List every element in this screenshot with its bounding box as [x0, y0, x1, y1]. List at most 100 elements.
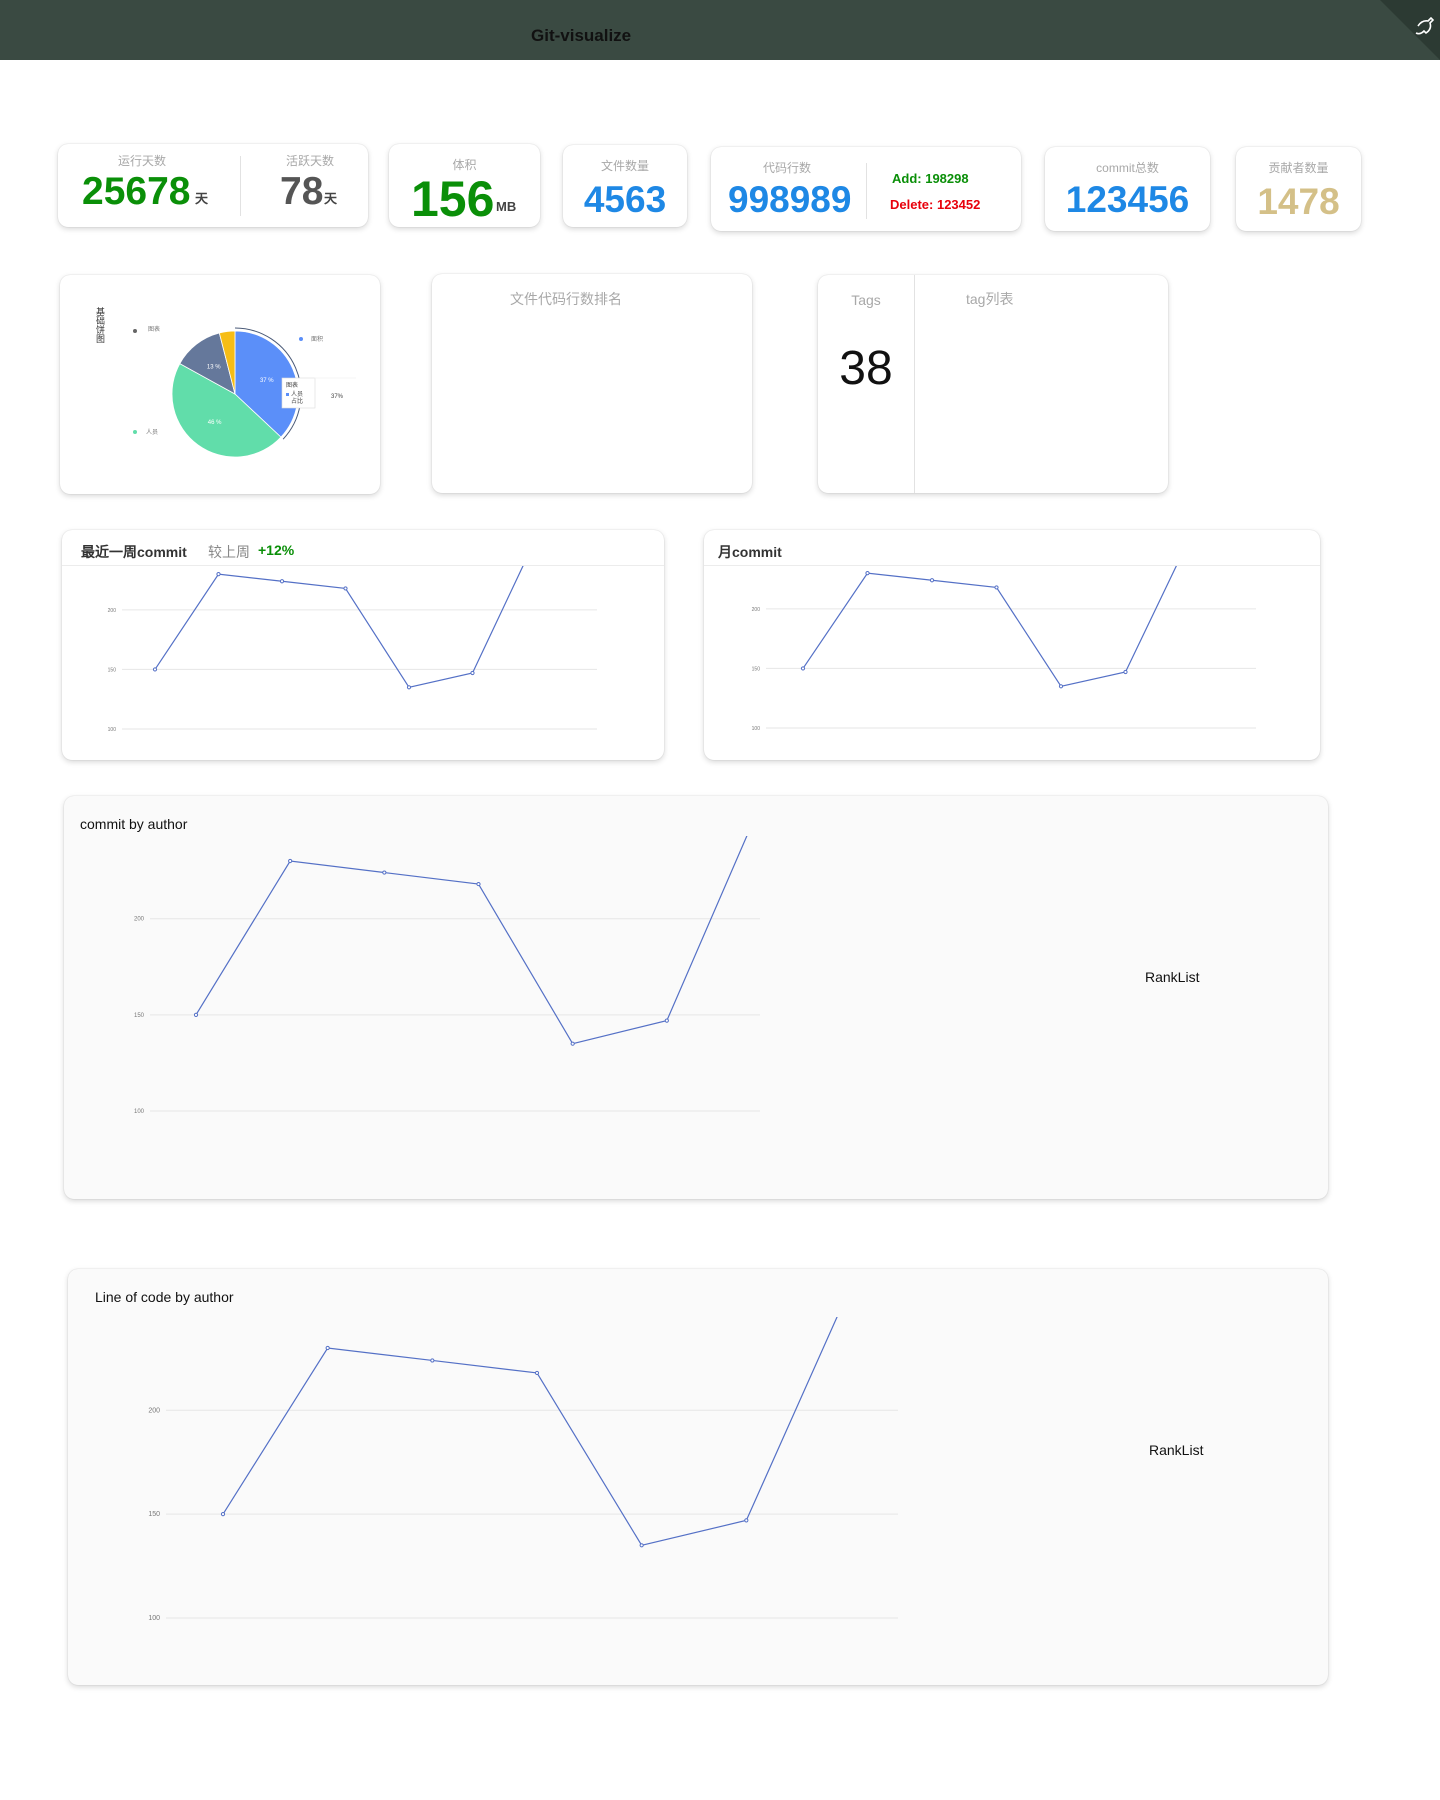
pie-slice-label: 37 % [260, 378, 274, 384]
loc-by-author-card: Line of code by author 200 150 100 RankLis… [68, 1269, 1328, 1685]
data-point[interactable] [865, 571, 870, 576]
commits-value: 123456 [1065, 179, 1190, 220]
contributors-value: 1478 [1257, 181, 1340, 222]
data-point[interactable] [152, 667, 158, 672]
data-point[interactable] [744, 1518, 749, 1523]
commits-card: commit总数 123456 [1045, 147, 1210, 231]
contributors-label: 贡献者数量 [1268, 161, 1329, 175]
tags-divider [914, 275, 915, 493]
data-point[interactable] [382, 870, 387, 875]
size-card: 体积 156 MB [389, 144, 540, 227]
app-title: Git-visualize [531, 26, 632, 45]
weekly-compare-value: +12% [258, 542, 295, 558]
weekly-card: 最近一周commit 较上周 +12% 200 150 100 [62, 530, 664, 760]
pie-legend-item: 面积 [311, 335, 323, 343]
data-point[interactable] [343, 586, 348, 591]
series-line [195, 836, 748, 1045]
data-point[interactable] [279, 579, 285, 584]
monthly-title: 月commit [718, 544, 782, 560]
data-point[interactable] [476, 881, 481, 887]
data-point[interactable] [929, 578, 935, 583]
active-days-label: 活跃天数 [285, 154, 334, 168]
pie-tooltip-swatch [286, 393, 289, 396]
y-tick-label: 150 [108, 667, 117, 673]
commit-rank-list: RankList [1145, 969, 1200, 985]
lines-value: 998989 [728, 179, 852, 220]
pie-card: 基础饼图 37 % 46 % 13 % 图表 面积 人员 图表 人员 占比 37% [60, 275, 380, 494]
tags-label: Tags [851, 292, 881, 308]
y-tick-label: 150 [134, 1013, 145, 1019]
github-corner-icon [1380, 0, 1440, 60]
y-tick-label: 100 [752, 726, 761, 732]
tags-card: Tags 38 tag列表 [818, 275, 1168, 493]
pie-legend-dot [133, 430, 137, 434]
files-value: 4563 [583, 179, 667, 220]
days-divider [240, 156, 241, 216]
data-point[interactable] [406, 685, 412, 690]
active-days-value: 78 [280, 170, 324, 213]
data-point[interactable] [470, 670, 475, 676]
file-rank-title: 文件代码行数排名 [510, 291, 622, 307]
tags-count: 38 [839, 342, 893, 395]
data-point[interactable] [325, 1345, 330, 1351]
commit-by-author-title: commit by author [80, 816, 188, 832]
pie-tooltip-caption: 图表 [286, 381, 298, 389]
data-point[interactable] [570, 1041, 575, 1046]
commits-label: commit总数 [1096, 161, 1159, 175]
lines-delete: Delete: 123452 [890, 197, 981, 212]
tag-list-title: tag列表 [966, 291, 1014, 307]
data-point[interactable] [193, 1012, 199, 1017]
y-tick-label: 150 [752, 666, 761, 672]
file-rank-card: 文件代码行数排名 [432, 274, 752, 493]
pie-legend-item: 图表 [148, 325, 160, 333]
top-bar: Git-visualize [0, 0, 1440, 60]
data-point[interactable] [534, 1370, 540, 1376]
y-tick-label: 100 [148, 1615, 160, 1622]
monthly-commit-chart: 200 150 100 [752, 566, 1256, 732]
data-point[interactable] [664, 1018, 669, 1023]
run-days-unit: 天 [195, 191, 209, 206]
data-point[interactable] [1058, 684, 1064, 689]
data-point[interactable] [994, 585, 999, 590]
data-point[interactable] [216, 572, 221, 577]
loc-rank-list: RankList [1149, 1442, 1204, 1458]
data-point[interactable] [639, 1543, 644, 1548]
pie-slice-label: 46 % [208, 420, 222, 426]
data-point[interactable] [430, 1358, 435, 1363]
files-label: 文件数量 [600, 159, 649, 173]
pie-tooltip-value: 37% [331, 394, 344, 400]
weekly-title: 最近一周commit [81, 544, 187, 560]
y-tick-label: 200 [148, 1407, 160, 1414]
y-tick-label: 200 [108, 608, 117, 614]
pie-legend-dot [299, 337, 303, 341]
weekly-commit-chart: 200 150 100 [108, 566, 597, 733]
github-corner[interactable] [1380, 0, 1440, 60]
contributors-card: 贡献者数量 1478 [1236, 147, 1361, 231]
data-point[interactable] [288, 858, 293, 864]
y-tick-label: 100 [108, 727, 117, 733]
pie-tooltip-name: 人员 [291, 391, 303, 398]
run-days-value: 25678 [82, 170, 191, 213]
pie-tooltip-line2: 占比 [291, 397, 303, 405]
run-days-label: 运行天数 [117, 154, 166, 168]
pie-legend-item: 人员 [146, 429, 158, 436]
pie-title: 基础饼图 [95, 306, 105, 344]
y-tick-label: 200 [134, 917, 145, 923]
active-days-unit: 天 [324, 191, 338, 206]
weekly-compare-label: 较上周 [208, 544, 250, 560]
data-point[interactable] [800, 666, 806, 671]
pie-slice-label: 13 % [207, 365, 221, 371]
pie-chart: 基础饼图 37 % 46 % 13 % 图表 面积 人员 图表 人员 占比 37% [95, 306, 356, 458]
data-point[interactable] [1123, 669, 1128, 675]
commit-by-author-chart: 200 150 100 [134, 836, 760, 1115]
data-point[interactable] [220, 1512, 226, 1517]
series-line [222, 1317, 838, 1546]
y-tick-label: 100 [134, 1109, 145, 1115]
monthly-card: 月commit 200 150 100 [704, 530, 1320, 760]
commit-by-author-card: commit by author 200 150 100 RankList [64, 796, 1328, 1199]
lines-label: 代码行数 [762, 161, 811, 175]
lines-add: Add: 198298 [892, 171, 969, 186]
days-card: 运行天数 25678 天 活跃天数 78 天 [58, 144, 368, 227]
y-tick-label: 200 [752, 607, 761, 613]
files-card: 文件数量 4563 [563, 145, 687, 227]
